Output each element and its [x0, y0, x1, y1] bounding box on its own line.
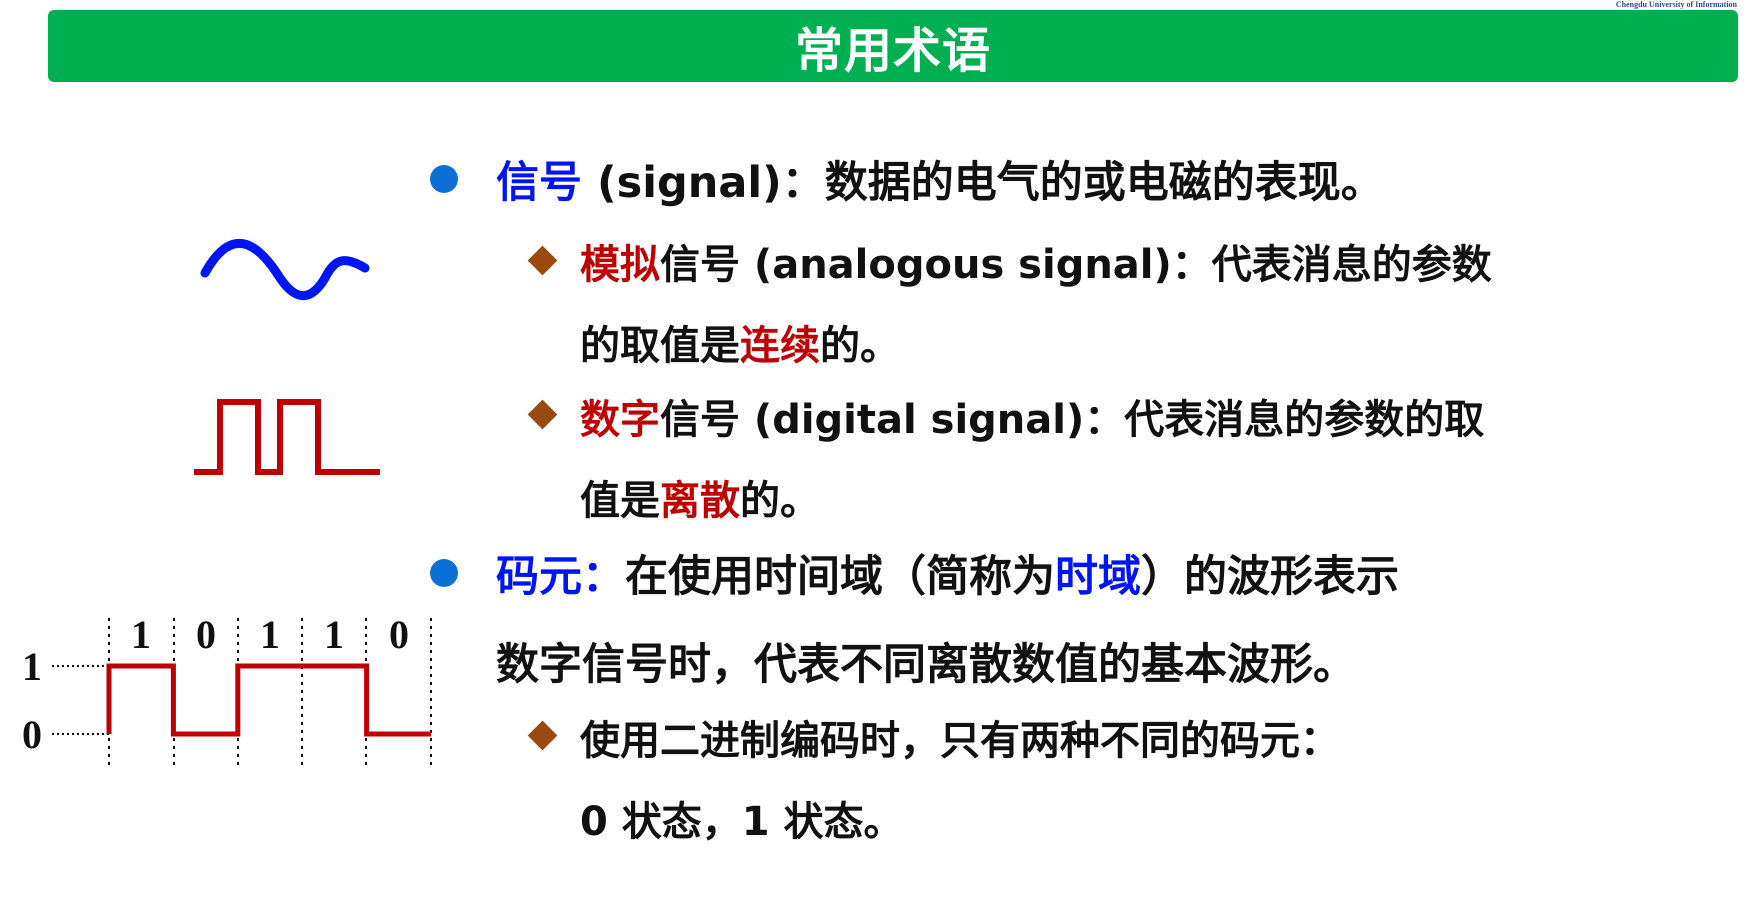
bit-waveform-diagram: 1 0 1 0 1 1 0	[22, 612, 432, 768]
bit-label: 0	[196, 612, 216, 657]
analog-definition-line1: 模拟信号 (analogous signal)：代表消息的参数	[580, 232, 1492, 290]
digital-line2-pre: 值是	[580, 478, 660, 524]
bullet-dot-icon	[430, 559, 458, 587]
binary-text-1: 使用二进制编码时，只有两种不同的码元：	[580, 718, 1340, 764]
analog-line2-post: 的。	[820, 323, 900, 369]
title-bar: 常用术语	[48, 10, 1738, 82]
square-wave-icon	[194, 399, 380, 475]
digital-text: 信号 (digital signal)：代表消息的参数的取	[660, 397, 1485, 443]
sine-wave-icon	[200, 239, 370, 301]
bullet-dot-icon	[430, 165, 458, 193]
digital-highlight: 离散	[660, 478, 740, 524]
analog-line2-pre: 的取值是	[580, 323, 740, 369]
diamond-bullet-icon	[527, 245, 558, 276]
bit-label: 0	[389, 612, 409, 657]
symbol-highlight: 时域	[1055, 552, 1141, 602]
digital-term: 数字	[580, 397, 660, 443]
symbol-line1-post: ）的波形表示	[1141, 552, 1399, 602]
bit-label: 1	[260, 612, 280, 657]
symbol-line2: 数字信号时，代表不同离散数值的基本波形。	[496, 640, 1356, 690]
binary-text-2: 0 状态，1 状态。	[580, 799, 904, 845]
signal-term: 信号	[496, 158, 582, 208]
digital-definition-line1: 数字信号 (digital signal)：代表消息的参数的取	[580, 387, 1484, 445]
digital-definition-line2: 值是离散的。	[580, 468, 820, 526]
level-high-label: 1	[22, 644, 42, 689]
binary-line1: 使用二进制编码时，只有两种不同的码元：	[580, 708, 1340, 766]
digital-line2-post: 的。	[740, 478, 820, 524]
diamond-bullet-icon	[527, 399, 558, 430]
symbol-definition-line1: 码元：在使用时间域（简称为时域）的波形表示	[496, 542, 1399, 604]
symbol-line1-pre: 在使用时间域（简称为	[625, 552, 1055, 602]
bit-waveform-line	[106, 663, 431, 737]
symbol-definition-line2: 数字信号时，代表不同离散数值的基本波形。	[496, 630, 1356, 692]
bit-label: 1	[324, 612, 344, 657]
corner-logo-text: Chengdu University of Information	[1615, 0, 1737, 9]
bit-label: 1	[131, 612, 151, 657]
analog-term: 模拟	[580, 242, 660, 288]
analog-definition-line2: 的取值是连续的。	[580, 313, 900, 371]
diamond-bullet-icon	[527, 720, 558, 751]
signal-text: (signal)：数据的电气的或电磁的表现。	[582, 158, 1384, 208]
binary-line2: 0 状态，1 状态。	[580, 789, 904, 847]
level-low-label: 0	[22, 712, 42, 757]
analog-highlight: 连续	[740, 323, 820, 369]
signal-definition: 信号 (signal)：数据的电气的或电磁的表现。	[496, 148, 1384, 210]
symbol-term: 码元：	[496, 552, 625, 602]
page-title: 常用术语	[794, 23, 991, 79]
analog-text: 信号 (analogous signal)：代表消息的参数	[660, 242, 1492, 288]
